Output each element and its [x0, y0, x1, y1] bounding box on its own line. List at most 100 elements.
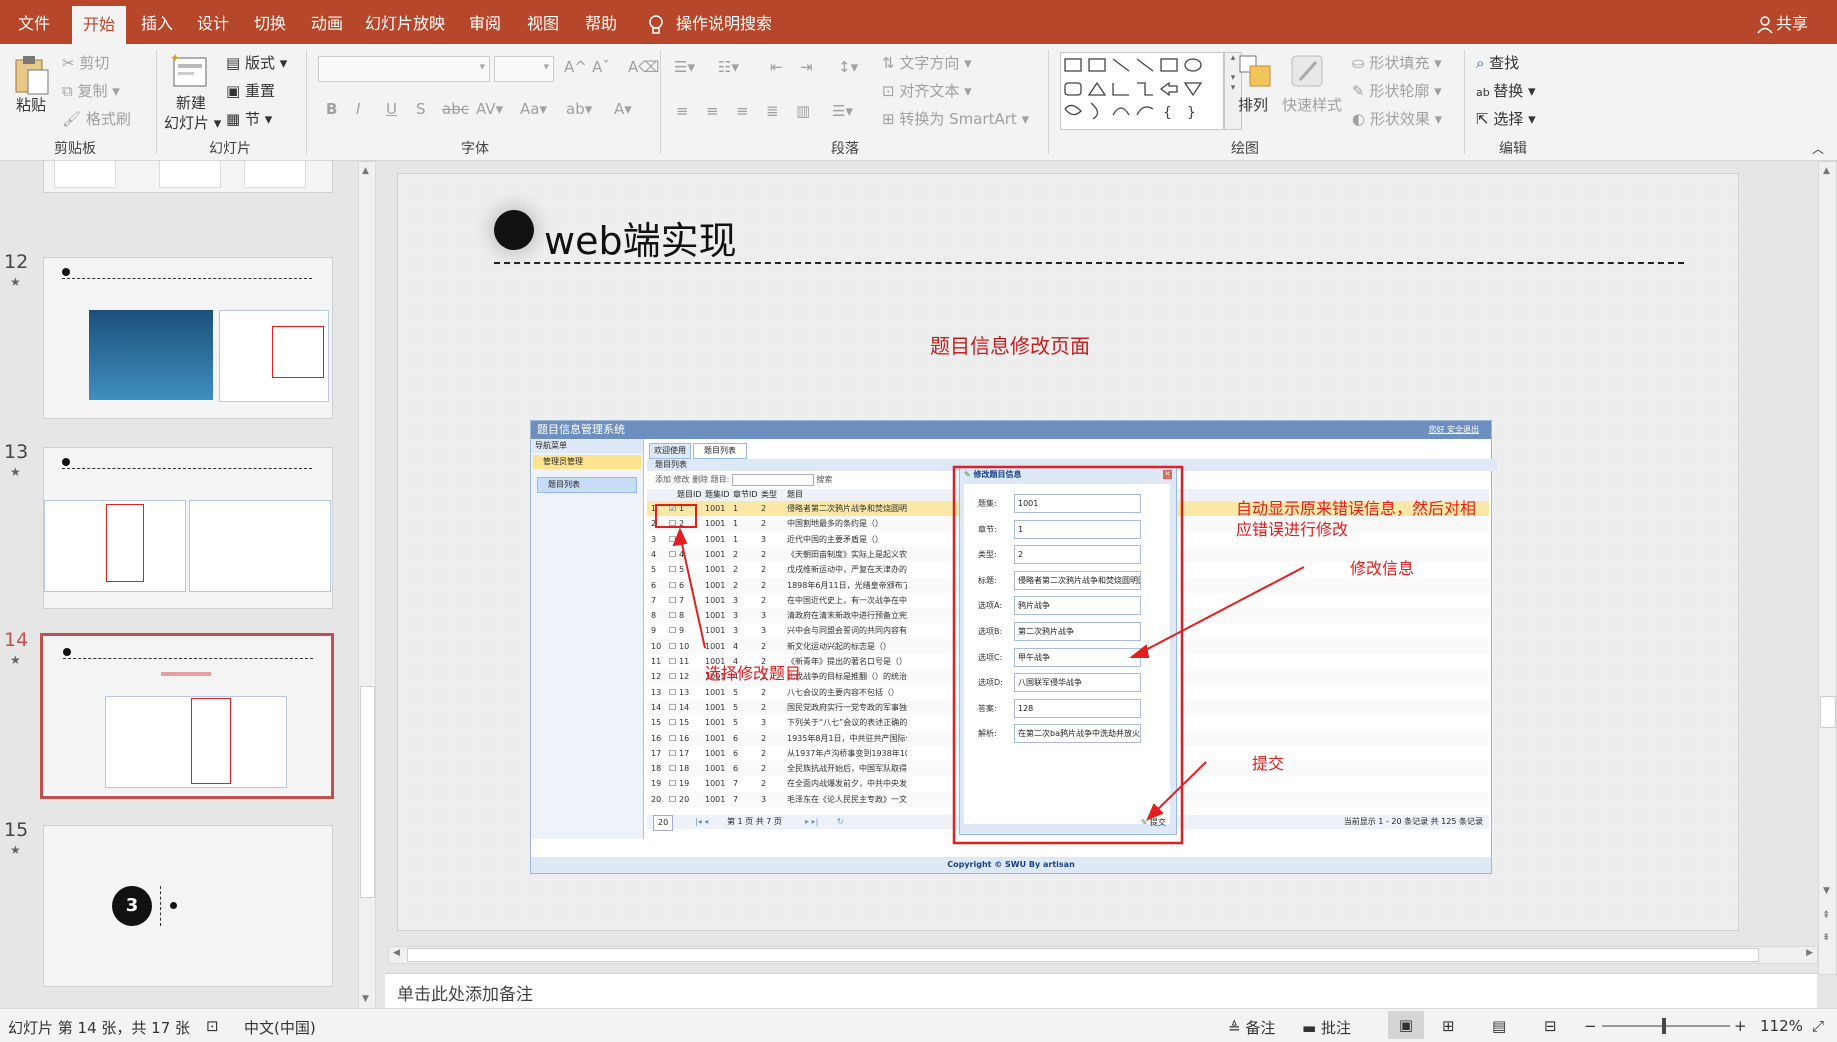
replace-button[interactable]: ab 替换 ▾	[1476, 80, 1536, 101]
tab-insert[interactable]: 插入	[134, 0, 180, 44]
tab-welcome[interactable]: 欢迎使用	[649, 443, 691, 459]
tab-home[interactable]: 开始	[72, 6, 126, 44]
row-checkbox[interactable]: ☐	[669, 731, 676, 746]
search-input[interactable]	[731, 473, 814, 486]
page-size-select[interactable]: 20	[653, 815, 674, 831]
arrange-icon[interactable]	[1238, 54, 1274, 94]
arrange-button[interactable]: 排列	[1238, 94, 1268, 115]
normal-view-icon[interactable]: ▣	[1388, 1011, 1424, 1039]
row-checkbox[interactable]: ☐	[669, 654, 676, 669]
slide-thumbnail-11[interactable]	[43, 161, 333, 193]
row-checkbox[interactable]: ☐	[669, 700, 676, 715]
tab-design[interactable]: 设计	[190, 0, 236, 44]
line-spacing-icon[interactable]: ↕▾	[838, 58, 858, 76]
cut-button[interactable]: ✂ 剪切	[62, 52, 109, 73]
fit-to-window-icon[interactable]: ⤢	[1812, 1017, 1824, 1035]
row-checkbox[interactable]: ☐	[669, 608, 676, 623]
toolbar-actions[interactable]: 添加 修改 删除 题目:	[655, 475, 729, 484]
bold-icon[interactable]: B	[326, 100, 337, 118]
row-checkbox[interactable]: ☐	[669, 669, 676, 684]
form-field[interactable]: 在第二次ba鸦片战争中洗劫并放火	[1014, 724, 1141, 744]
collapse-ribbon-icon[interactable]: ︿	[1812, 140, 1824, 157]
zoom-out-icon[interactable]: −	[1584, 1017, 1597, 1035]
char-spacing-icon[interactable]: AV▾	[476, 100, 503, 118]
paste-button[interactable]: 粘贴	[16, 94, 46, 115]
underline-icon[interactable]: U	[386, 100, 397, 118]
reading-view-icon[interactable]: ▤	[1492, 1017, 1506, 1035]
scrollbar-thumb[interactable]	[1820, 696, 1836, 728]
form-field[interactable]: 2	[1014, 545, 1141, 565]
scroll-down-icon[interactable]: ▼	[362, 994, 369, 1004]
slide-thumbnail-13[interactable]	[43, 447, 333, 609]
row-checkbox[interactable]: ☐	[669, 639, 676, 654]
shape-fill-button[interactable]: ⛀ 形状填充 ▾	[1352, 52, 1442, 73]
row-checkbox[interactable]: ☐	[669, 593, 676, 608]
row-checkbox[interactable]: ☑	[669, 501, 676, 516]
slide-thumbnail-12[interactable]	[43, 257, 333, 419]
spellcheck-icon[interactable]: ⊡	[206, 1017, 219, 1035]
slide-scrollbar[interactable]: ▲ ▼ ⇞ ⇟	[1818, 161, 1837, 975]
scroll-down-icon[interactable]: ▼	[1823, 886, 1830, 896]
align-text-button[interactable]: ⊡ 对齐文本 ▾	[882, 80, 972, 101]
change-case-icon[interactable]: Aa▾	[520, 100, 547, 118]
row-checkbox[interactable]: ☐	[669, 562, 676, 577]
highlight-icon[interactable]: ab▾	[566, 100, 592, 118]
next-slide-icon[interactable]: ⇟	[1822, 932, 1830, 943]
form-field[interactable]: 甲午战争	[1014, 647, 1141, 667]
zoom-in-icon[interactable]: +	[1734, 1017, 1747, 1035]
shapes-gallery[interactable]: {}	[1060, 52, 1224, 130]
slide-title[interactable]: web端实现	[544, 210, 737, 265]
tab-review[interactable]: 审阅	[462, 0, 508, 44]
layout-button[interactable]: ▤ 版式 ▾	[226, 52, 287, 73]
horizontal-scrollbar[interactable]: ◀ ▶	[388, 946, 1818, 964]
close-icon[interactable]: ✕	[1163, 470, 1172, 479]
pager-first-icon[interactable]: |◂ ◂	[695, 815, 708, 829]
quick-styles-icon[interactable]	[1290, 54, 1324, 94]
scroll-up-icon[interactable]: ▲	[1823, 166, 1830, 176]
align-center-icon[interactable]: ≡	[706, 102, 719, 120]
scroll-up-icon[interactable]: ▲	[362, 166, 369, 176]
dialog-submit-button[interactable]: ✎ 提交	[1141, 817, 1166, 828]
tab-animations[interactable]: 动画	[304, 0, 350, 44]
language-indicator[interactable]: 中文(中国)	[244, 1017, 316, 1038]
row-checkbox[interactable]: ☐	[669, 623, 676, 638]
form-field[interactable]: 第二次鸦片战争	[1014, 622, 1141, 641]
bullets-icon[interactable]: ☰▾	[674, 58, 695, 76]
tab-slideshow[interactable]: 幻灯片放映	[362, 0, 448, 44]
distribute-icon[interactable]: ☰▾	[832, 102, 853, 120]
zoom-level[interactable]: 112%	[1760, 1017, 1803, 1035]
justify-icon[interactable]: ≣	[766, 102, 779, 120]
nav-admin[interactable]: 管理员管理	[533, 455, 641, 469]
scroll-right-icon[interactable]: ▶	[1806, 948, 1813, 958]
scrollbar-thumb[interactable]	[407, 948, 1759, 962]
share-button[interactable]: 共享	[1776, 0, 1822, 44]
slide-sorter-icon[interactable]: ⊞	[1442, 1017, 1455, 1035]
new-slide-button[interactable]: 幻灯片 ▾	[164, 112, 221, 133]
shadow-icon[interactable]: S	[416, 100, 426, 118]
nav-question-list[interactable]: 题目列表	[537, 477, 637, 493]
zoom-slider-thumb[interactable]	[1662, 1018, 1666, 1034]
quick-styles-button[interactable]: 快速样式	[1282, 94, 1342, 115]
tab-transitions[interactable]: 切换	[247, 0, 293, 44]
grow-font-icon[interactable]: A^	[564, 58, 587, 76]
zoom-slider[interactable]	[1602, 1018, 1730, 1034]
clear-format-icon[interactable]: A⌫	[628, 58, 659, 76]
scroll-left-icon[interactable]: ◀	[393, 948, 400, 958]
numbering-icon[interactable]: ☷▾	[718, 58, 739, 76]
row-checkbox[interactable]: ☐	[669, 547, 676, 562]
font-color-icon[interactable]: A▾	[614, 100, 632, 118]
copy-button[interactable]: ⧉ 复制 ▾	[62, 80, 120, 101]
shape-outline-button[interactable]: ✎ 形状轮廓 ▾	[1352, 80, 1442, 101]
new-slide-icon[interactable]: ✦	[170, 51, 210, 94]
row-checkbox[interactable]: ☐	[669, 516, 676, 531]
slide-thumbnail-14[interactable]	[40, 633, 334, 799]
form-field[interactable]: 侵略者第二次鸦片战争和焚烧圆明园的战	[1014, 570, 1141, 590]
slideshow-icon[interactable]: ⊟	[1544, 1017, 1557, 1035]
strikethrough-icon[interactable]: abc	[442, 100, 469, 118]
columns-icon[interactable]: ▥	[796, 102, 810, 120]
tab-question-list[interactable]: 题目列表	[693, 443, 747, 459]
app-screenshot[interactable]: 题目信息管理系统 您好 安全退出 导航菜单 管理员管理 题目列表 欢迎使用 题目…	[530, 420, 1497, 874]
decrease-indent-icon[interactable]: ⇤	[770, 58, 783, 76]
thumbnails-scrollbar[interactable]: ▲ ▼	[358, 161, 376, 1009]
tab-help[interactable]: 帮助	[578, 0, 624, 44]
